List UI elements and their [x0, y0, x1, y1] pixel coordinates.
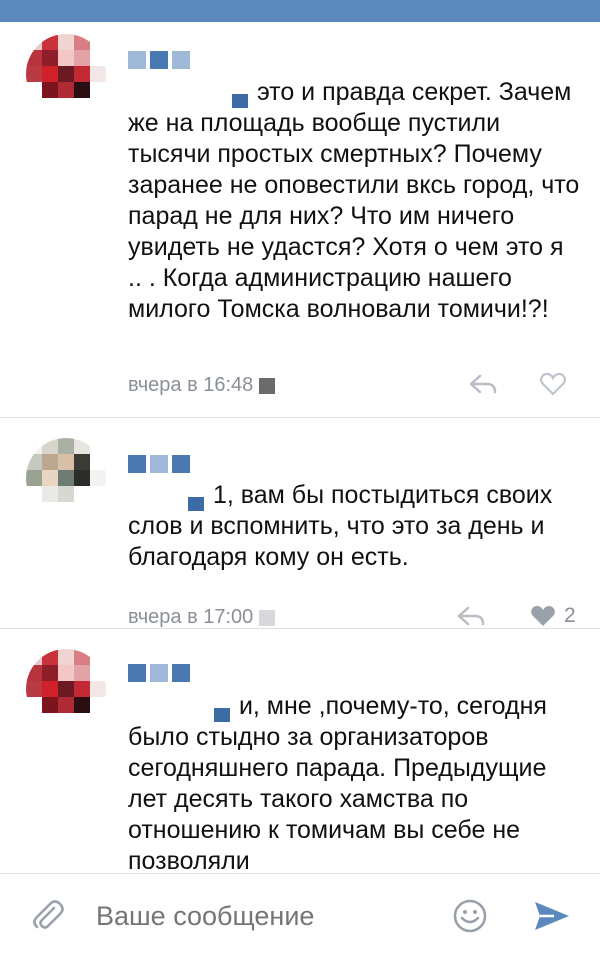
reply-icon[interactable] [468, 372, 498, 396]
reply-icon[interactable] [456, 604, 486, 628]
comment-item: это и правда секрет. Зачем же на площадь… [0, 22, 600, 417]
comment-text: и, мне ,почему-то, сегодня было стыдно з… [128, 692, 547, 873]
like-count: 2 [564, 604, 576, 627]
mention-link[interactable] [128, 696, 232, 723]
avatar[interactable] [26, 438, 106, 518]
smile-icon[interactable] [452, 898, 488, 934]
mention-link[interactable] [128, 485, 206, 512]
comment-text: это и правда секрет. Зачем же на площадь… [128, 78, 580, 323]
avatar[interactable] [26, 649, 106, 729]
comment-meta: вчера в 17:00 [128, 606, 276, 629]
heart-icon [540, 372, 566, 396]
message-input[interactable] [96, 898, 426, 934]
comment-item: и, мне ,почему-то, сегодня было стыдно з… [0, 629, 600, 873]
comment-text: 1, вам бы постыдиться своих слов и вспом… [128, 481, 553, 571]
app-header-bar [0, 0, 600, 22]
paperclip-icon[interactable] [30, 898, 66, 934]
comment-time: вчера в 17:00 [128, 606, 254, 628]
mention-link[interactable] [128, 82, 250, 109]
redacted-mark [259, 377, 276, 394]
comment-time: вчера в 16:48 [128, 374, 254, 396]
message-composer [0, 873, 600, 955]
redacted-mark [259, 609, 276, 626]
comment-item: 1, вам бы постыдиться своих слов и вспом… [0, 418, 600, 629]
comment-author[interactable] [128, 661, 194, 683]
like-button[interactable]: 2 [530, 602, 576, 630]
comment-author[interactable] [128, 452, 194, 474]
heart-icon [531, 606, 555, 626]
send-icon[interactable] [532, 898, 572, 934]
avatar[interactable] [26, 34, 106, 114]
comments-list: это и правда секрет. Зачем же на площадь… [0, 22, 600, 873]
comment-meta: вчера в 16:48 [128, 374, 276, 397]
like-button[interactable] [540, 370, 574, 398]
comment-author[interactable] [128, 48, 194, 70]
